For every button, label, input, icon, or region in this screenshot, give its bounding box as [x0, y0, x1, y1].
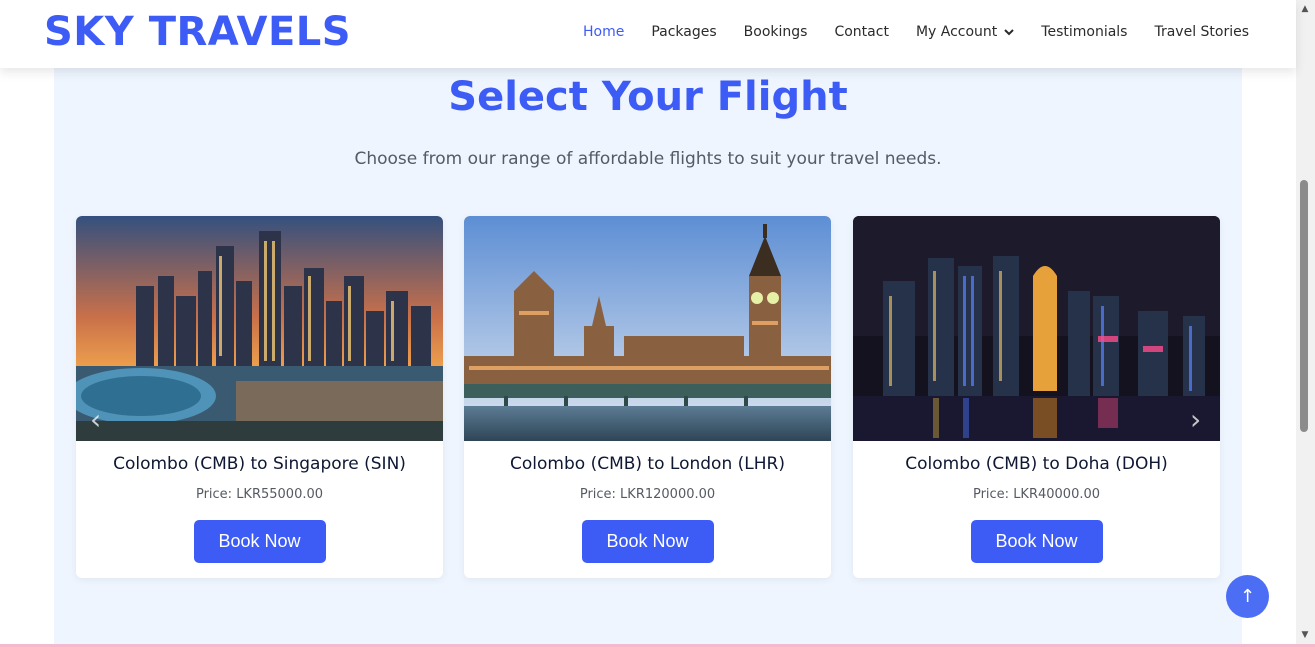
nav-item-home[interactable]: Home — [583, 24, 624, 40]
section-subtitle: Choose from our range of affordable flig… — [354, 149, 942, 169]
london-parliament-image — [464, 216, 831, 441]
flight-route: Colombo (CMB) to Singapore (SIN) — [113, 454, 406, 474]
carousel-next-icon[interactable]: › — [1190, 405, 1210, 435]
flight-route: Colombo (CMB) to Doha (DOH) — [905, 454, 1168, 474]
section-title: Select Your Flight — [448, 74, 848, 120]
nav-item-packages[interactable]: Packages — [651, 24, 716, 40]
flight-card-doha: Colombo (CMB) to Doha (DOH) Price: LKR40… — [853, 216, 1220, 578]
book-now-button[interactable]: Book Now — [581, 520, 714, 563]
flight-selection-section: Select Your Flight Choose from our range… — [54, 60, 1242, 644]
flight-card-singapore: Colombo (CMB) to Singapore (SIN) Price: … — [76, 216, 443, 578]
flight-route: Colombo (CMB) to London (LHR) — [510, 454, 785, 474]
brand-logo[interactable]: SKY TRAVELS — [44, 9, 351, 55]
main-nav: Home Packages Bookings Contact My Accoun… — [583, 24, 1276, 40]
book-now-button[interactable]: Book Now — [970, 520, 1103, 563]
flight-price: Price: LKR120000.00 — [579, 487, 716, 502]
back-to-top-button[interactable]: ↑ — [1226, 575, 1269, 618]
book-now-button[interactable]: Book Now — [193, 520, 326, 563]
doha-night-skyline-image — [853, 216, 1220, 441]
flight-price: Price: LKR40000.00 — [972, 487, 1101, 502]
arrow-up-icon: ↑ — [1239, 586, 1256, 607]
nav-item-travel-stories[interactable]: Travel Stories — [1154, 24, 1249, 40]
nav-item-testimonials[interactable]: Testimonials — [1041, 24, 1127, 40]
nav-item-my-account-label: My Account — [915, 24, 998, 40]
nav-item-contact[interactable]: Contact — [834, 24, 888, 40]
singapore-skyline-image — [76, 216, 443, 441]
chevron-down-icon — [1004, 28, 1014, 35]
scroll-down-icon[interactable]: ▼ — [1299, 630, 1311, 640]
nav-item-my-account[interactable]: My Account — [916, 24, 1014, 40]
nav-item-bookings[interactable]: Bookings — [744, 24, 808, 40]
page-scrollbar[interactable]: ▲ ▼ — [1296, 0, 1315, 644]
flight-card-london: Colombo (CMB) to London (LHR) Price: LKR… — [464, 216, 831, 578]
site-header: SKY TRAVELS Home Packages Bookings Conta… — [0, 0, 1296, 68]
scroll-up-icon[interactable]: ▲ — [1299, 4, 1311, 14]
flight-price: Price: LKR55000.00 — [195, 487, 324, 502]
carousel-prev-icon[interactable]: ‹ — [90, 405, 110, 435]
scrollbar-thumb[interactable] — [1300, 180, 1308, 432]
